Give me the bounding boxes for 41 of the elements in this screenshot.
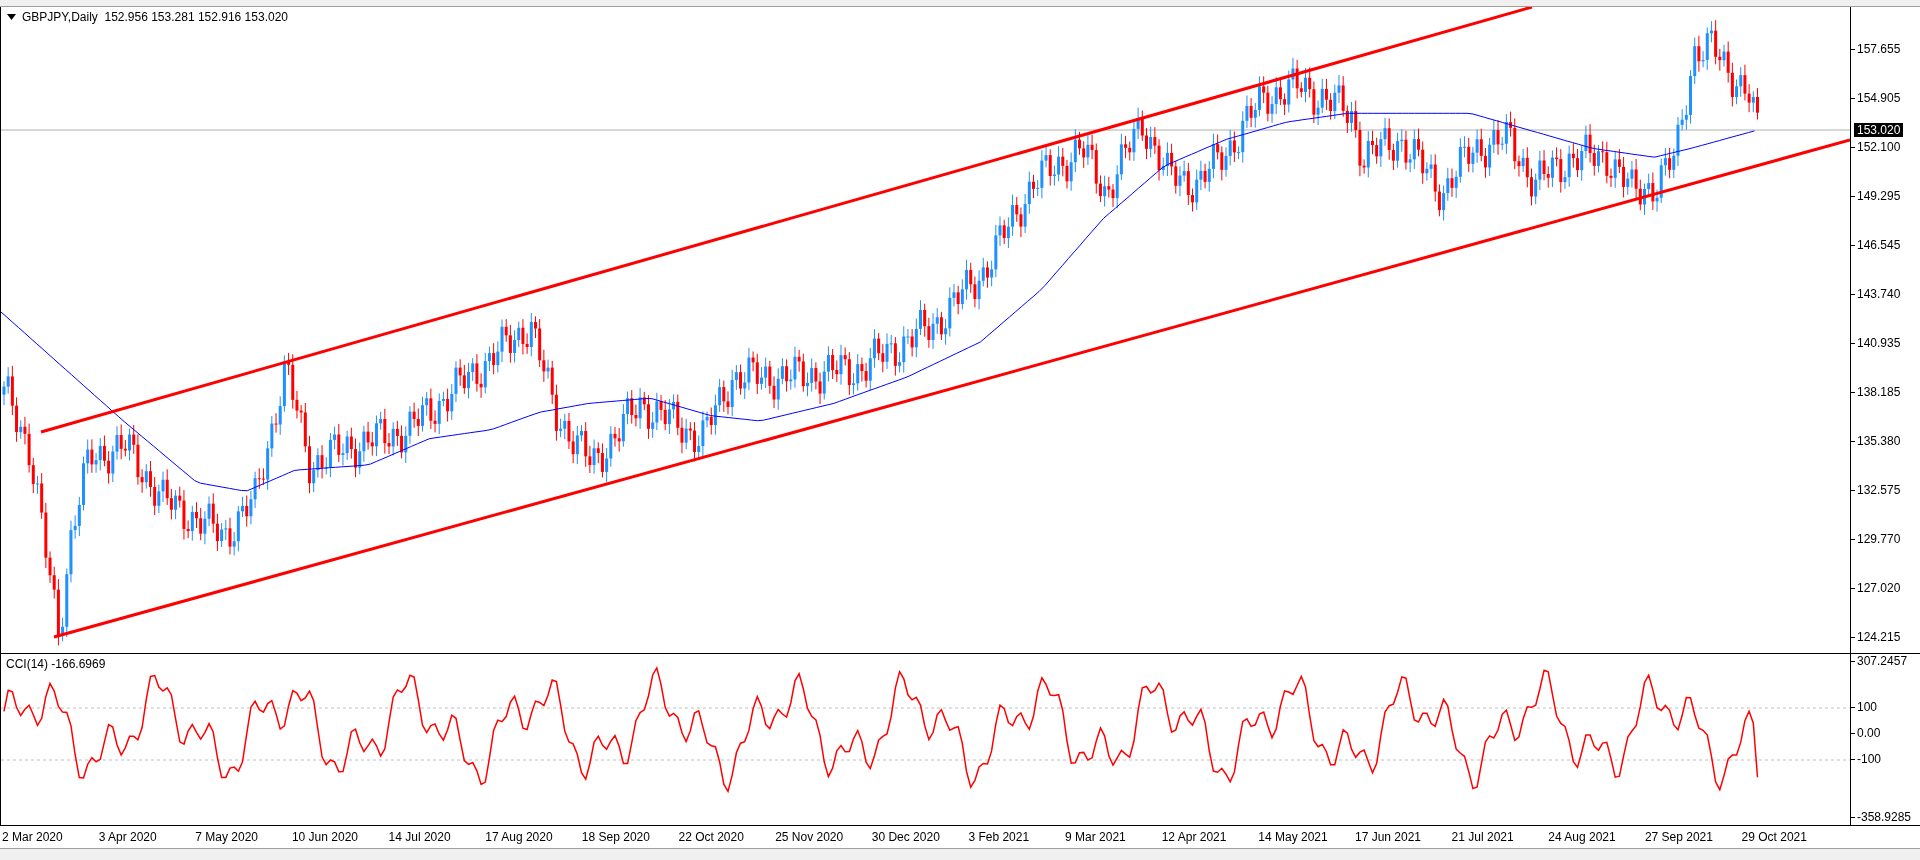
date-axis-label: 24 Aug 2021 xyxy=(1548,830,1617,844)
date-axis-label: 12 Apr 2021 xyxy=(1161,830,1228,844)
price-axis-label: 127.020 xyxy=(1851,581,1920,595)
date-axis-label: 17 Jun 2021 xyxy=(1354,830,1423,844)
price-axis-label: 149.295 xyxy=(1851,189,1920,203)
date-axis-label: 27 Sep 2021 xyxy=(1644,830,1714,844)
date-axis-label: 3 Feb 2021 xyxy=(968,830,1031,844)
date-axis-label: 14 May 2021 xyxy=(1258,830,1329,844)
price-axis-label: 129.770 xyxy=(1851,532,1920,546)
indicator-axis-label: -100 xyxy=(1851,752,1882,766)
date-axis-label: 14 Jul 2020 xyxy=(388,830,452,844)
current-price-label: 153.020 xyxy=(1854,123,1904,137)
date-axis-label: 17 Aug 2020 xyxy=(485,830,554,844)
price-axis-label: 135.380 xyxy=(1851,434,1920,448)
price-axis-label: 154.905 xyxy=(1851,91,1920,105)
date-axis-label: 29 Oct 2021 xyxy=(1741,830,1808,844)
indicator-axis-label: -358.9285 xyxy=(1851,810,1912,824)
price-axis-label: 140.935 xyxy=(1851,336,1920,350)
date-axis-label: 3 Apr 2020 xyxy=(98,830,158,844)
date-axis-label: 30 Dec 2020 xyxy=(871,830,941,844)
date-axis-label: 9 Mar 2021 xyxy=(1065,830,1127,844)
date-axis-label: 7 May 2020 xyxy=(195,830,259,844)
price-axis-label: 138.185 xyxy=(1851,385,1920,399)
indicator-axis-label: 0.00 xyxy=(1851,726,1881,740)
date-axis-label: 10 Jun 2020 xyxy=(291,830,359,844)
price-axis-label: 157.655 xyxy=(1851,42,1920,56)
date-axis-label: 21 Jul 2021 xyxy=(1451,830,1515,844)
price-axis-label: 146.545 xyxy=(1851,238,1920,252)
price-axis-label: 152.100 xyxy=(1851,140,1920,154)
price-axis-label: 132.575 xyxy=(1851,483,1920,497)
date-axis-label: 25 Nov 2020 xyxy=(775,830,845,844)
price-axis-label: 124.215 xyxy=(1851,630,1920,644)
indicator-axis-label: 307.2457 xyxy=(1851,654,1908,668)
date-axis-label: 2 Mar 2020 xyxy=(2,830,64,844)
chart-symbol-header: GBPJPY,Daily 152.956 153.281 152.916 153.020 xyxy=(22,10,288,24)
indicator-label: CCI(14) -166.6969 xyxy=(6,657,106,671)
indicator-axis-label: 100 xyxy=(1851,700,1878,714)
date-axis-label: 18 Sep 2020 xyxy=(581,830,651,844)
dropdown-triangle-icon[interactable] xyxy=(7,14,16,20)
date-axis-label: 22 Oct 2020 xyxy=(678,830,745,844)
price-axis-label: 143.740 xyxy=(1851,287,1920,301)
